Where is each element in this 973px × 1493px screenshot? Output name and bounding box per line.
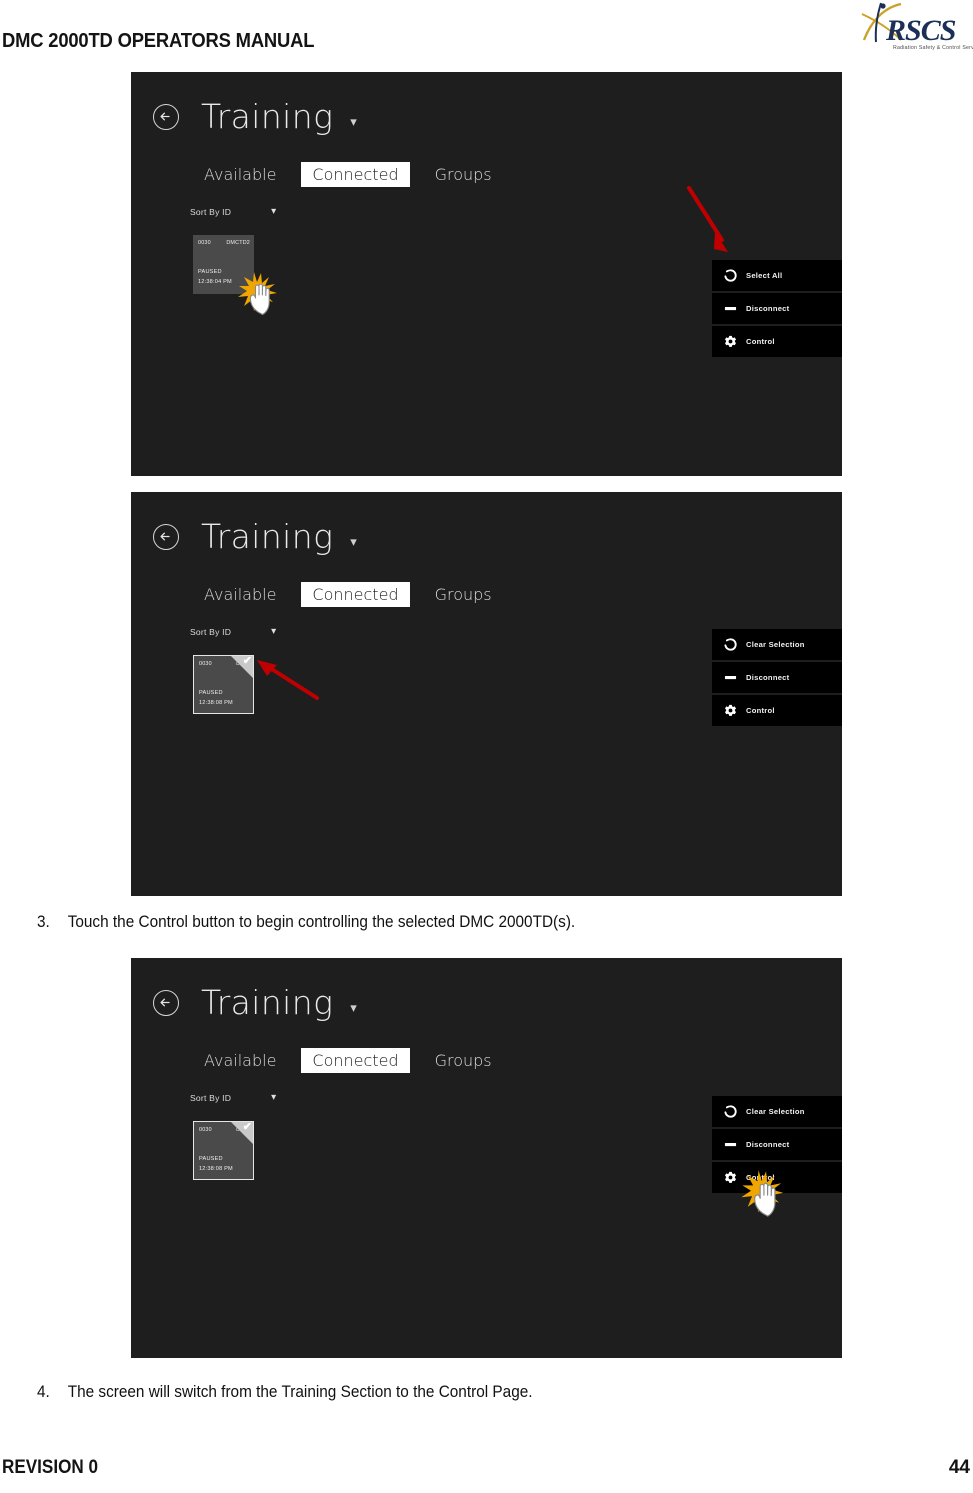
select-all-icon xyxy=(723,1105,737,1119)
device-id: 0030 xyxy=(198,240,211,246)
action-label: Control xyxy=(746,1173,775,1182)
device-model: DMCTD2 xyxy=(226,240,250,246)
device-time: 12:38:08 PM xyxy=(199,700,233,706)
app-title: Training xyxy=(201,517,334,556)
disconnect-button[interactable]: Disconnect xyxy=(712,293,842,324)
checkmark-icon: ✔ xyxy=(242,1121,252,1133)
logo-wordmark: RSCS xyxy=(886,14,956,47)
action-menu: Select All Disconnect Control xyxy=(712,260,842,359)
step-4: 4. The screen will switch from the Traini… xyxy=(37,1383,533,1402)
tab-bar: Available Connected Groups xyxy=(193,1048,503,1073)
document-header: DMC 2000TD OPERATORS MANUAL RSCS Radiati… xyxy=(0,0,973,62)
chevron-down-icon[interactable]: ▾ xyxy=(350,535,357,548)
device-status: PAUSED xyxy=(198,269,222,275)
device-tile[interactable]: 0030 DMC ✔ PAUSED 12:38:08 PM xyxy=(193,655,254,714)
document-footer: REVISION 0 44 xyxy=(0,1457,973,1483)
app-title: Training xyxy=(201,983,334,1022)
select-all-icon xyxy=(723,269,737,283)
action-menu: Clear Selection Disconnect Control xyxy=(712,1096,842,1195)
app-title: Training xyxy=(201,97,334,136)
tab-connected[interactable]: Connected xyxy=(301,1048,410,1073)
sort-dropdown[interactable]: Sort By ID ▾ xyxy=(190,1093,276,1104)
device-tile[interactable]: 0030 DMCTD2 PAUSED 12:38:04 PM xyxy=(193,235,254,294)
step-text: Touch the Control button to begin contro… xyxy=(67,913,576,931)
page-number: 44 xyxy=(948,1457,970,1478)
sort-dropdown[interactable]: Sort By ID ▾ xyxy=(190,627,276,638)
chevron-down-icon[interactable]: ▾ xyxy=(350,115,357,128)
screenshot-training-control-tap: Training ▾ Available Connected Groups So… xyxy=(131,958,842,1358)
step-3: 3. Touch the Control button to begin cont… xyxy=(37,913,575,932)
action-label: Disconnect xyxy=(746,673,790,682)
document-page: DMC 2000TD OPERATORS MANUAL RSCS Radiati… xyxy=(0,0,973,1493)
chevron-down-icon[interactable]: ▾ xyxy=(350,1001,357,1014)
action-label: Clear Selection xyxy=(746,640,805,649)
step-number: 3. xyxy=(37,913,50,931)
tab-available[interactable]: Available xyxy=(193,582,287,607)
revision-label: REVISION 0 xyxy=(2,1457,98,1478)
clear-selection-button[interactable]: Clear Selection xyxy=(712,629,842,660)
control-button[interactable]: Control xyxy=(712,326,842,357)
chevron-down-icon[interactable]: ▾ xyxy=(271,207,276,217)
action-menu: Clear Selection Disconnect Control xyxy=(712,629,842,728)
select-all-button[interactable]: Select All xyxy=(712,260,842,291)
gear-icon xyxy=(723,1171,737,1185)
gear-icon xyxy=(723,335,737,349)
sort-label: Sort By ID xyxy=(190,1093,232,1103)
device-status: PAUSED xyxy=(199,1156,223,1162)
control-button[interactable]: Control xyxy=(712,695,842,726)
gear-icon xyxy=(723,704,737,718)
back-arrow-icon[interactable] xyxy=(153,103,179,130)
screenshot-training-connected-unselected: Training ▾ Available Connected Groups So… xyxy=(131,72,842,476)
action-label: Control xyxy=(746,706,775,715)
select-all-icon xyxy=(723,638,737,652)
action-label: Disconnect xyxy=(746,304,790,313)
app-nav-row: Training ▾ xyxy=(153,986,357,1019)
step-text: The screen will switch from the Training… xyxy=(67,1383,533,1401)
tab-connected[interactable]: Connected xyxy=(301,582,410,607)
checkmark-icon: ✔ xyxy=(242,655,252,667)
disconnect-icon xyxy=(723,1138,737,1152)
tab-groups[interactable]: Groups xyxy=(424,1048,503,1073)
logo-tagline: Radiation Safety & Control Services xyxy=(893,45,973,51)
rscs-logo: RSCS Radiation Safety & Control Services xyxy=(861,0,973,58)
app-nav-row: Training ▾ xyxy=(153,520,357,553)
disconnect-icon xyxy=(723,302,737,316)
annotation-arrow xyxy=(687,186,728,252)
device-id: 0030 xyxy=(199,1127,212,1133)
tab-available[interactable]: Available xyxy=(193,1048,287,1073)
app-nav-row: Training ▾ xyxy=(153,100,357,133)
action-label: Clear Selection xyxy=(746,1107,805,1116)
back-arrow-icon[interactable] xyxy=(153,523,179,550)
disconnect-button[interactable]: Disconnect xyxy=(712,662,842,693)
page-title: DMC 2000TD OPERATORS MANUAL xyxy=(2,30,315,52)
clear-selection-button[interactable]: Clear Selection xyxy=(712,1096,842,1127)
tab-groups[interactable]: Groups xyxy=(424,162,503,187)
device-status: PAUSED xyxy=(199,690,223,696)
back-arrow-icon[interactable] xyxy=(153,989,179,1016)
tab-bar: Available Connected Groups xyxy=(193,162,503,187)
action-label: Disconnect xyxy=(746,1140,790,1149)
disconnect-button[interactable]: Disconnect xyxy=(712,1129,842,1160)
tab-connected[interactable]: Connected xyxy=(301,162,410,187)
screenshot-training-connected-selected: Training ▾ Available Connected Groups So… xyxy=(131,492,842,896)
tab-bar: Available Connected Groups xyxy=(193,582,503,607)
tab-available[interactable]: Available xyxy=(193,162,287,187)
device-time: 12:38:04 PM xyxy=(198,279,232,285)
chevron-down-icon[interactable]: ▾ xyxy=(271,1093,276,1103)
control-button[interactable]: Control xyxy=(712,1162,842,1193)
action-label: Control xyxy=(746,337,775,346)
sort-dropdown[interactable]: Sort By ID ▾ xyxy=(190,207,276,218)
action-label: Select All xyxy=(746,271,783,280)
device-id: 0030 xyxy=(199,661,212,667)
step-number: 4. xyxy=(37,1383,50,1401)
sort-label: Sort By ID xyxy=(190,627,232,637)
chevron-down-icon[interactable]: ▾ xyxy=(271,627,276,637)
device-time: 12:38:08 PM xyxy=(199,1166,233,1172)
tab-groups[interactable]: Groups xyxy=(424,582,503,607)
sort-label: Sort By ID xyxy=(190,207,232,217)
device-tile[interactable]: 0030 DMC ✔ PAUSED 12:38:08 PM xyxy=(193,1121,254,1180)
disconnect-icon xyxy=(723,671,737,685)
